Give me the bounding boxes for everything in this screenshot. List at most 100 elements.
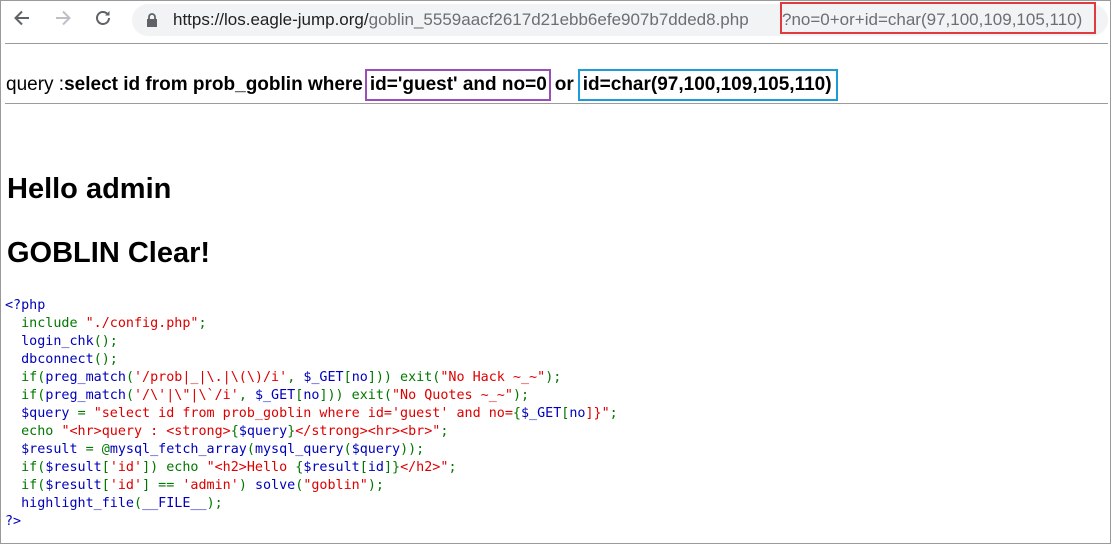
code-token: "No Hack ~_~" <box>440 370 546 385</box>
back-button[interactable] <box>10 8 34 32</box>
code-token: 'id' <box>109 460 143 475</box>
code-line: ?> <box>5 513 618 531</box>
code-token: ])) exit( <box>367 370 441 385</box>
code-token: if( <box>21 460 46 475</box>
code-line: highlight_file(__FILE__); <box>5 495 618 513</box>
arrow-right-icon <box>53 8 73 33</box>
browser-toolbar: https://los.eagle-jump.org/goblin_5559aa… <box>1 1 1110 39</box>
code-token: { <box>230 424 239 439</box>
url-host: https://los.eagle-jump.org/ <box>173 10 369 29</box>
code-token: ( <box>125 388 134 403</box>
code-token: "<h2>Hello <box>206 460 296 475</box>
code-token: ] == <box>142 478 183 493</box>
url-path: goblin_5559aacf2617d21ebb6efe907b7dded8.… <box>368 10 749 29</box>
code-line: <?php <box>5 297 618 315</box>
query-main: select id from prob_goblin where <box>64 74 363 95</box>
code-token: [ <box>359 460 368 475</box>
code-token: preg_match <box>45 370 126 385</box>
code-token: ); <box>367 478 384 493</box>
divider <box>5 43 1108 44</box>
code-token: $_GET <box>303 370 344 385</box>
code-token: </h2>" <box>400 460 449 475</box>
divider <box>5 103 1108 104</box>
lock-icon <box>146 13 158 33</box>
code-line: if($result['id'] == 'admin') solve("gobl… <box>5 477 618 495</box>
code-token: ; <box>440 424 449 439</box>
code-token: id <box>367 460 384 475</box>
code-token: echo <box>21 424 62 439</box>
code-token: ])) exit( <box>319 388 392 403</box>
query-label: query : <box>6 74 65 95</box>
code-token: $result <box>5 442 86 457</box>
code-line: echo "<hr>query : <strong>{$query}</stro… <box>5 423 618 441</box>
code-token: login_chk <box>5 334 94 349</box>
code-token: ( <box>246 442 255 457</box>
code-token: no <box>303 388 320 403</box>
code-token: $result <box>303 460 360 475</box>
code-token: "goblin" <box>303 478 368 493</box>
reload-icon <box>93 8 113 33</box>
code-token: [ <box>101 460 110 475</box>
code-token: ; <box>448 460 457 475</box>
query-output: query : select id from prob_goblin where… <box>6 69 838 101</box>
code-token: include <box>21 316 86 331</box>
code-token: ; <box>609 406 618 421</box>
query-highlight-char: id=char(97,100,109,105,110) <box>577 69 838 101</box>
query-highlight-guest: id='guest' and no=0 <box>364 69 551 101</box>
code-token: mysql_fetch_array <box>109 442 247 457</box>
code-token: if( <box>21 478 46 493</box>
code-token: $query <box>5 406 78 421</box>
url-query: ?no=0+or+id=char(97,100,109,105,110) <box>782 10 1083 29</box>
code-token: ]) echo <box>142 460 207 475</box>
code-token: solve <box>254 478 296 493</box>
reload-button[interactable] <box>91 8 115 32</box>
code-token: ); <box>512 388 530 403</box>
code-token: '/\'|\"|\`/i' <box>134 388 239 403</box>
code-token: "select id from prob_goblin where id='gu… <box>93 406 513 421</box>
code-token: preg_match <box>45 388 126 403</box>
address-bar[interactable]: https://los.eagle-jump.org/goblin_5559aa… <box>132 2 1108 36</box>
code-token: <?php <box>5 298 46 313</box>
code-token: ) <box>238 478 255 493</box>
code-token: ); <box>206 496 223 511</box>
code-token: , <box>287 370 304 385</box>
url-text: https://los.eagle-jump.org/goblin_5559aa… <box>173 10 749 30</box>
code-token: __FILE__ <box>142 496 207 511</box>
code-token: $query <box>238 424 288 439</box>
code-token: )); <box>400 442 425 457</box>
code-token: $result <box>45 478 102 493</box>
code-token: = <box>77 406 94 421</box>
code-line: $query = "select id from prob_goblin whe… <box>5 405 618 423</box>
code-token: $query <box>351 442 401 457</box>
code-line: login_chk(); <box>5 333 618 351</box>
code-token: ]}" <box>585 406 610 421</box>
code-token: [ <box>101 478 110 493</box>
code-token: $_GET <box>254 388 296 403</box>
code-line: $result = @mysql_fetch_array(mysql_query… <box>5 441 618 459</box>
code-token: </strong><hr><br>" <box>295 424 441 439</box>
code-token: ( <box>134 496 143 511</box>
code-line: if($result['id']) echo "<h2>Hello {$resu… <box>5 459 618 477</box>
clear-heading: GOBLIN Clear! <box>7 237 211 269</box>
code-token: ; <box>198 316 207 331</box>
code-line: dbconnect(); <box>5 351 618 369</box>
code-line: include "./config.php"; <box>5 315 618 333</box>
code-token: dbconnect <box>5 352 94 367</box>
code-token: $result <box>45 460 102 475</box>
code-token: (); <box>93 352 118 367</box>
code-token: ); <box>545 370 562 385</box>
code-line: if(preg_match('/prob|_|\.|\(\)/i', $_GET… <box>5 369 618 387</box>
source-code: <?php include "./config.php"; login_chk(… <box>5 297 618 531</box>
code-token: ( <box>343 442 352 457</box>
code-token: 'admin' <box>182 478 239 493</box>
forward-button[interactable] <box>51 8 75 32</box>
code-token: '/prob|_|\.|\(\)/i' <box>134 370 288 385</box>
code-token: { <box>512 406 521 421</box>
code-token: (); <box>93 334 118 349</box>
